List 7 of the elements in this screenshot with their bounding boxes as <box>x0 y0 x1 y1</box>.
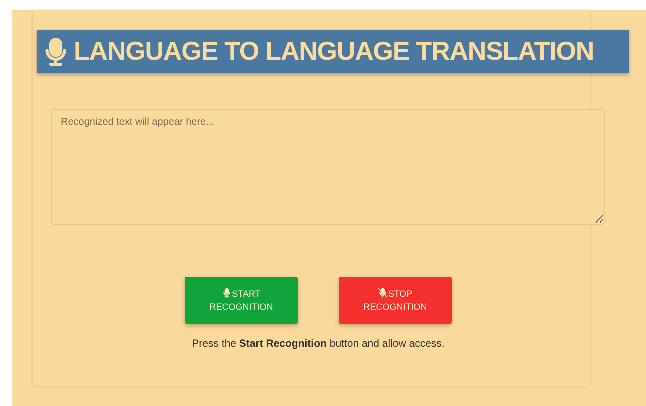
instruction-text: Press the Start Recognition button and allow access. <box>191 338 446 350</box>
stop-recognition-button[interactable]: STOP RECOGNITION <box>339 277 452 324</box>
start-recognition-button[interactable]: START RECOGNITION <box>185 277 298 324</box>
microphone-slash-icon <box>378 288 388 298</box>
recognized-text-field[interactable]: Recognized text will appear here... <box>51 109 605 225</box>
microphone-icon <box>222 288 232 298</box>
title-text: LANGUAGE TO LANGUAGE TRANSLATION <box>74 36 594 67</box>
